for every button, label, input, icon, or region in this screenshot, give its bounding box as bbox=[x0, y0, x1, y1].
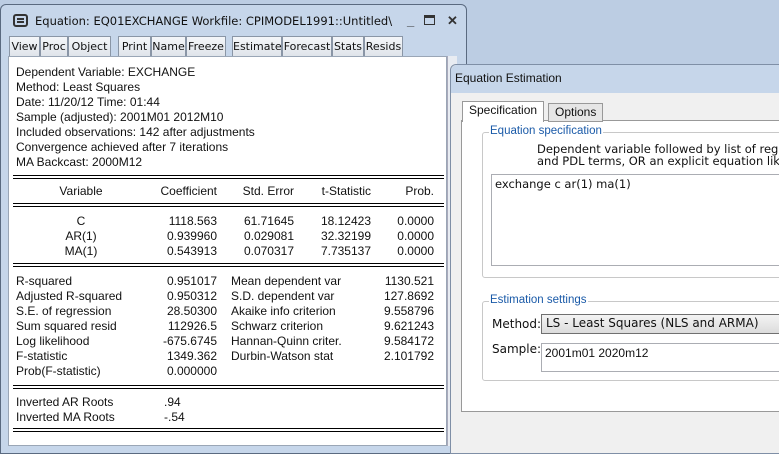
header-line: Included observations: 142 after adjustm… bbox=[16, 125, 255, 139]
divider bbox=[13, 203, 444, 207]
root-label: Inverted MA Roots bbox=[16, 410, 115, 424]
coef-cell: 7.735137 bbox=[320, 244, 371, 258]
stat-cell: S.E. of regression bbox=[16, 304, 112, 318]
tab-panel: Equation specification Dependent variabl… bbox=[461, 120, 779, 412]
method-select[interactable]: LS - Least Squares (NLS and ARMA) bbox=[541, 314, 779, 334]
divider bbox=[13, 175, 444, 179]
coef-cell: MA(1) bbox=[64, 244, 98, 258]
close-icon[interactable]: ✕ bbox=[447, 13, 458, 29]
column-header: Coefficient bbox=[160, 184, 217, 198]
coef-cell: C bbox=[76, 214, 86, 228]
header-line: Date: 11/20/12 Time: 01:44 bbox=[16, 95, 160, 109]
print-button[interactable]: Print bbox=[118, 36, 151, 57]
coef-cell: 1118.563 bbox=[168, 214, 217, 228]
view-button[interactable]: View bbox=[9, 36, 40, 57]
output-view: Dependent Variable: EXCHANGE Method: Leas… bbox=[8, 56, 447, 446]
stat-cell: Sum squared resid bbox=[16, 319, 117, 333]
window-menu-icon[interactable] bbox=[13, 14, 28, 27]
stat-cell: Prob(F-statistic) bbox=[16, 364, 101, 378]
coef-cell: 0.0000 bbox=[397, 229, 434, 243]
stat-cell: 0.000000 bbox=[166, 364, 217, 378]
coef-cell: 32.32199 bbox=[320, 229, 371, 243]
coef-cell: 0.939960 bbox=[166, 229, 217, 243]
stat-cell: R-squared bbox=[16, 274, 73, 288]
column-header: Variable bbox=[59, 184, 103, 198]
stat-cell: 2.101792 bbox=[383, 349, 434, 363]
name-button[interactable]: Name bbox=[151, 36, 186, 57]
column-header: Std. Error bbox=[242, 184, 294, 198]
estimation-settings-group: Estimation settings Method: LS - Least S… bbox=[482, 294, 779, 381]
stat-cell: 1130.521 bbox=[384, 274, 434, 288]
stat-cell: 9.621243 bbox=[383, 319, 434, 333]
coef-cell: 18.12423 bbox=[320, 214, 371, 228]
equation-estimation-dialog: Equation Estimation Equation specificati… bbox=[450, 64, 779, 454]
coef-cell: AR(1) bbox=[65, 229, 97, 243]
coef-cell: 61.71645 bbox=[243, 214, 294, 228]
divider bbox=[13, 263, 444, 267]
stat-cell: Adjusted R-squared bbox=[16, 289, 123, 303]
header-line: Dependent Variable: EXCHANGE bbox=[16, 65, 196, 79]
stat-cell: -675.6745 bbox=[162, 334, 217, 348]
stat-cell: 0.951017 bbox=[166, 274, 217, 288]
stat-cell: 127.8692 bbox=[383, 289, 434, 303]
sample-label: Sample: bbox=[492, 342, 542, 356]
estimate-button[interactable]: Estimate bbox=[232, 36, 282, 57]
minimize-icon[interactable]: _ bbox=[407, 13, 414, 28]
stat-cell: Akaike info criterion bbox=[231, 304, 336, 318]
header-line: Method: Least Squares bbox=[16, 80, 141, 94]
root-value: .94 bbox=[164, 395, 181, 409]
stat-cell: S.D. dependent var bbox=[231, 289, 335, 303]
forecast-button[interactable]: Forecast bbox=[282, 36, 332, 57]
stat-cell: Durbin-Watson stat bbox=[231, 349, 334, 363]
method-label: Method: bbox=[492, 317, 542, 331]
stat-cell: Mean dependent var bbox=[231, 274, 342, 288]
maximize-icon[interactable] bbox=[424, 15, 435, 25]
spec-description-2: and PDL terms, OR an explicit equation l… bbox=[537, 154, 779, 168]
title-bar[interactable]: Equation: EQ01EXCHANGE Workfile: CPIMODE… bbox=[9, 11, 459, 33]
column-header: t-Statistic bbox=[321, 184, 371, 198]
equation-spec-input[interactable]: exchange c ar(1) ma(1) bbox=[491, 174, 779, 266]
header-line: MA Backcast: 2000M12 bbox=[16, 155, 143, 169]
header-line: Sample (adjusted): 2001M01 2012M10 bbox=[16, 110, 224, 124]
stat-cell: Schwarz criterion bbox=[231, 319, 324, 333]
stat-cell: 28.50300 bbox=[166, 304, 217, 318]
header-line: Convergence achieved after 7 iterations bbox=[16, 140, 229, 154]
coef-cell: 0.0000 bbox=[397, 214, 434, 228]
equation-specification-group: Equation specification Dependent variabl… bbox=[482, 125, 779, 278]
tab-specification[interactable]: Specification bbox=[462, 101, 545, 122]
stat-cell: 9.558796 bbox=[383, 304, 434, 318]
proc-button[interactable]: Proc bbox=[40, 36, 68, 57]
column-header: Prob. bbox=[405, 184, 434, 198]
freeze-button[interactable]: Freeze bbox=[186, 36, 226, 57]
divider bbox=[13, 385, 444, 389]
stats-button[interactable]: Stats bbox=[332, 36, 364, 57]
object-button[interactable]: Object bbox=[68, 36, 111, 57]
group-label: Equation specification bbox=[489, 125, 603, 137]
root-label: Inverted AR Roots bbox=[16, 395, 114, 409]
stat-cell: F-statistic bbox=[16, 349, 68, 363]
stat-cell: Log likelihood bbox=[16, 334, 90, 348]
dialog-title-bar[interactable]: Equation Estimation bbox=[451, 65, 779, 93]
resids-button[interactable]: Resids bbox=[364, 36, 403, 57]
sample-input[interactable]: 2001m01 2020m12 bbox=[541, 343, 779, 372]
group-label: Estimation settings bbox=[489, 294, 588, 306]
coef-cell: 0.543913 bbox=[166, 244, 217, 258]
coef-cell: 0.029081 bbox=[243, 229, 294, 243]
stat-cell: 0.950312 bbox=[166, 289, 217, 303]
coef-cell: 0.070317 bbox=[243, 244, 294, 258]
dialog-title: Equation Estimation bbox=[455, 71, 562, 85]
stat-cell: 1349.362 bbox=[166, 349, 217, 363]
divider bbox=[13, 428, 444, 432]
stat-cell: 112926.5 bbox=[167, 319, 217, 333]
stat-cell: 9.584172 bbox=[383, 334, 434, 348]
stat-cell: Hannan-Quinn criter. bbox=[231, 334, 342, 348]
coef-cell: 0.0000 bbox=[397, 244, 434, 258]
root-value: -.54 bbox=[164, 410, 185, 424]
window-title: Equation: EQ01EXCHANGE Workfile: CPIMODE… bbox=[35, 14, 393, 28]
tab-options[interactable]: Options bbox=[548, 103, 604, 122]
